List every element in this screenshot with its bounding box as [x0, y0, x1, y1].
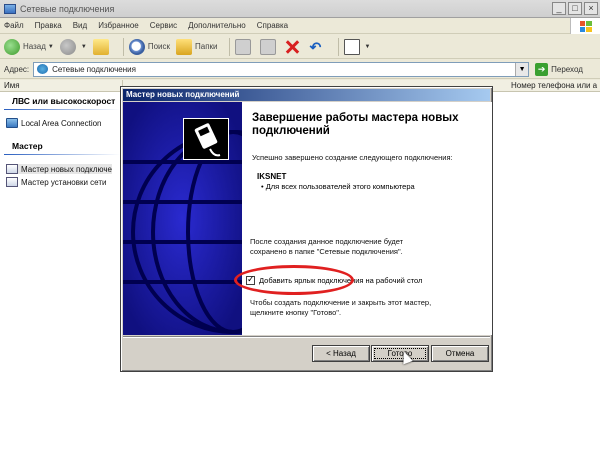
dialog-divider — [123, 336, 490, 338]
go-button[interactable]: ➔ Переход — [535, 62, 583, 76]
windows-logo — [570, 18, 600, 34]
network-folder-icon — [4, 3, 16, 14]
list-item-network-setup-wizard[interactable]: Мастер установки сети — [6, 177, 106, 187]
window-title: Сетевые подключения — [20, 3, 115, 14]
menu-help[interactable]: Справка — [257, 21, 288, 30]
copy-to-button[interactable] — [259, 38, 279, 55]
finish-hint: Чтобы создать подключение и закрыть этот… — [250, 298, 432, 317]
window-titlebar: Сетевые подключения _ □ × — [0, 0, 600, 18]
connection-scope-text: Для всех пользователей этого компьютера — [265, 182, 415, 191]
wizard-icon — [6, 164, 18, 174]
wizard-icon — [6, 177, 18, 187]
dialog-body: Завершение работы мастера новых подключе… — [242, 102, 492, 335]
forward-arrow-icon — [59, 38, 76, 55]
new-connection-wizard-dialog: Мастер новых подключений Завершение рабо… — [120, 86, 493, 372]
window-controls: _ □ × — [552, 2, 598, 15]
network-icon — [37, 64, 49, 74]
menu-edit[interactable]: Правка — [35, 21, 62, 30]
go-label: Переход — [551, 64, 583, 74]
group-divider — [4, 109, 120, 110]
move-to-icon — [234, 38, 251, 55]
folders-icon — [176, 38, 192, 55]
toolbar: Назад ▼ ▼ Поиск Папки ↶ ▼ — [0, 35, 600, 59]
connection-scope: • Для всех пользователей этого компьютер… — [261, 182, 415, 191]
search-icon — [128, 38, 145, 55]
menu-bar: Файл Правка Вид Избранное Сервис Дополни… — [0, 18, 600, 34]
chevron-down-icon: ▼ — [364, 43, 371, 50]
address-value: Сетевые подключения — [52, 64, 136, 74]
lan-connection-icon — [6, 118, 18, 128]
dialog-heading: Завершение работы мастера новых подключе… — [252, 112, 459, 137]
chevron-down-icon: ▼ — [80, 43, 87, 50]
undo-button[interactable]: ↶ — [308, 39, 327, 55]
toolbar-separator — [122, 37, 124, 56]
menu-view[interactable]: Вид — [73, 21, 87, 30]
back-button[interactable]: Назад ▼ — [4, 38, 54, 55]
windows-flag-icon — [579, 20, 592, 32]
address-dropdown-chevron-icon[interactable]: ▼ — [515, 62, 529, 76]
column-header-phone[interactable]: Номер телефона или а — [507, 80, 600, 92]
delete-x-icon — [285, 40, 299, 54]
menu-advanced[interactable]: Дополнительно — [188, 21, 246, 30]
group-heading-lan: ЛВС или высокоскорост — [12, 96, 116, 106]
search-label: Поиск — [147, 42, 170, 51]
wizard-banner — [123, 102, 242, 335]
address-label: Адрес: — [4, 64, 30, 74]
folders-label: Папки — [195, 42, 218, 51]
menu-file[interactable]: Файл — [4, 21, 24, 30]
dialog-title: Мастер новых подключений — [123, 89, 490, 101]
up-folder-icon — [92, 38, 109, 55]
copy-to-icon — [259, 38, 276, 55]
delete-button[interactable] — [285, 40, 302, 54]
views-button[interactable]: ▼ — [343, 38, 371, 55]
list-item-label: Мастер новых подключе — [21, 164, 112, 174]
undo-icon: ↶ — [309, 38, 322, 55]
list-item-new-connection-wizard[interactable]: Мастер новых подключе — [6, 164, 112, 174]
group-heading-wizard: Мастер — [12, 141, 43, 151]
go-arrow-icon: ➔ — [535, 62, 549, 76]
column-header-name[interactable]: Имя — [0, 80, 123, 92]
search-button[interactable]: Поиск — [128, 38, 170, 55]
group-divider — [4, 154, 120, 155]
network-cable-icon — [183, 118, 229, 160]
menu-favorites[interactable]: Избранное — [98, 21, 139, 30]
minimize-button[interactable]: _ — [552, 2, 566, 15]
back-wizard-button[interactable]: < Назад — [312, 345, 370, 362]
back-label: Назад — [23, 42, 46, 51]
saved-note: После создания данное подключение будет … — [250, 237, 404, 256]
toolbar-separator — [337, 37, 339, 56]
connection-name: IKSNET — [257, 172, 287, 181]
chevron-down-icon: ▼ — [47, 43, 54, 50]
up-folder-button[interactable] — [92, 38, 112, 55]
cancel-button[interactable]: Отмена — [431, 345, 489, 362]
forward-button[interactable]: ▼ — [59, 38, 87, 55]
folders-button[interactable]: Папки — [176, 38, 218, 55]
menu-tools[interactable]: Сервис — [150, 21, 177, 30]
move-to-button[interactable] — [234, 38, 254, 55]
list-item-label: Мастер установки сети — [21, 177, 107, 187]
success-message: Успешно завершено создание следующего по… — [252, 153, 453, 162]
address-input[interactable]: Сетевые подключения ▼ — [33, 61, 530, 77]
toolbar-separator — [228, 37, 230, 56]
highlight-ellipse — [234, 265, 354, 295]
list-item-local-area-connection[interactable]: Local Area Connection — [6, 118, 102, 128]
views-grid-icon — [343, 38, 360, 55]
maximize-button[interactable]: □ — [568, 2, 582, 15]
address-bar: Адрес: Сетевые подключения ▼ ➔ Переход — [0, 60, 600, 79]
back-arrow-icon — [4, 38, 20, 55]
list-item-label: Local Area Connection — [21, 118, 102, 128]
close-button[interactable]: × — [584, 2, 598, 15]
